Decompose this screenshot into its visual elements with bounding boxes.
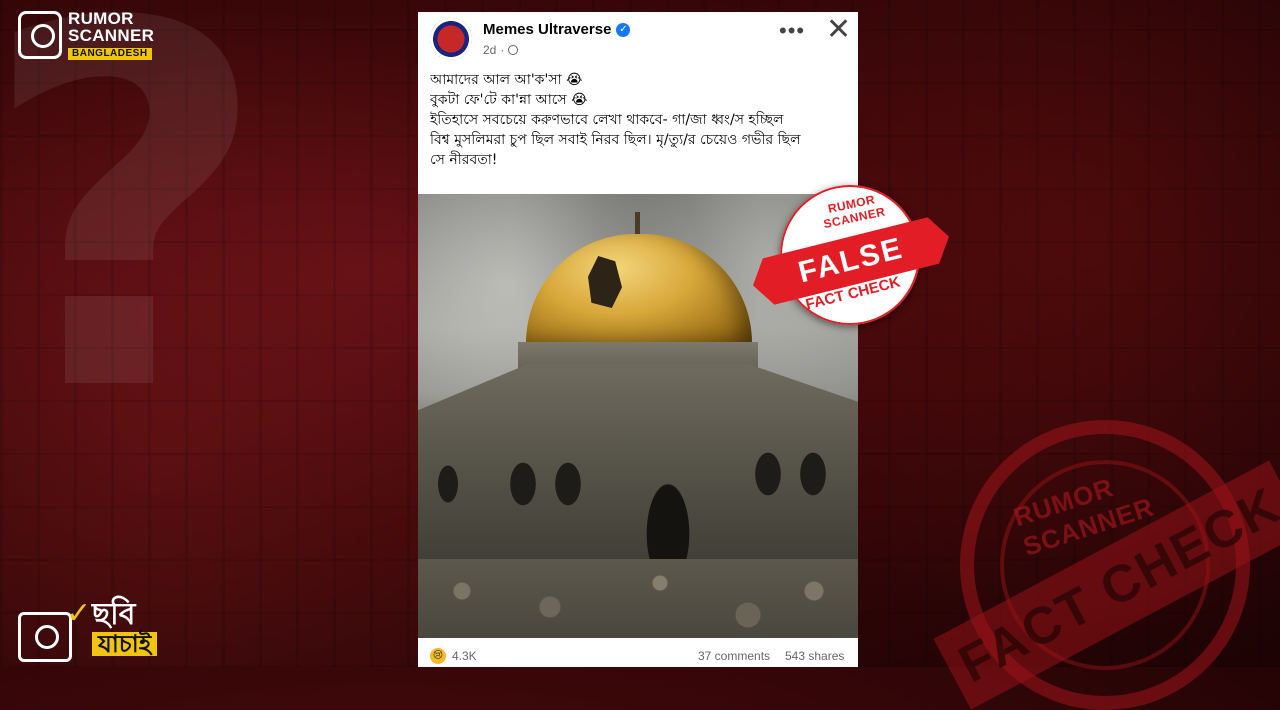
rumor-scanner-logo: RUMOR SCANNER BANGLADESH bbox=[18, 10, 154, 60]
dome-finial bbox=[635, 212, 640, 234]
close-icon[interactable]: ✕ bbox=[826, 12, 851, 47]
page-name[interactable]: Memes Ultraverse ✓ bbox=[483, 21, 631, 38]
chobi-jachai-logo: ✓ ছবি যাচাই bbox=[18, 597, 158, 662]
camera-scan-icon bbox=[18, 612, 72, 662]
sad-reaction-icon[interactable]: 😢 bbox=[430, 648, 446, 664]
post-meta: 2d · bbox=[483, 43, 519, 57]
more-options-icon[interactable]: ••• bbox=[779, 18, 805, 44]
checkmark-icon: ✓ bbox=[66, 597, 92, 630]
shares-count[interactable]: 543 shares bbox=[785, 649, 844, 663]
background-question-mark: ? bbox=[0, 0, 271, 501]
page-avatar[interactable] bbox=[430, 18, 472, 60]
post-caption: আমাদের আল আ'ক'সা 😭 বুকটা ফে'টে কা'ন্না আ… bbox=[418, 68, 858, 170]
page-name-text[interactable]: Memes Ultraverse bbox=[483, 21, 611, 38]
chobi-word1: ছবি bbox=[92, 597, 136, 632]
logo-line1: RUMOR bbox=[68, 9, 134, 28]
globe-icon bbox=[508, 45, 519, 55]
caption-line: বুকটা ফে'টে কা'ন্না আসে 😭 bbox=[430, 92, 588, 108]
caption-line: ইতিহাসে সবচেয়ে করুণভাবে লেখা থাকবে- গা/… bbox=[430, 112, 784, 128]
building-arches bbox=[418, 434, 858, 564]
caption-line: আমাদের আল আ'ক'সা 😭 bbox=[430, 72, 583, 88]
post-footer: 😢 4.3K 37 comments 543 shares bbox=[418, 644, 858, 667]
logo-line3: BANGLADESH bbox=[68, 48, 152, 60]
comments-count[interactable]: 37 comments bbox=[698, 649, 770, 663]
logo-line2: SCANNER bbox=[68, 26, 155, 45]
chobi-word2: যাচাই bbox=[92, 632, 158, 656]
caption-line: বিশ্ব মুসলিমরা চুপ ছিল সবাই নিরব ছিল। মৃ… bbox=[430, 132, 801, 148]
post-time[interactable]: 2d bbox=[483, 43, 496, 57]
caption-line: সে নীরবতা! bbox=[430, 152, 498, 168]
rubble bbox=[418, 559, 858, 638]
phone-check-icon bbox=[18, 11, 62, 59]
reaction-count[interactable]: 4.3K bbox=[452, 649, 477, 663]
facebook-post: Memes Ultraverse ✓ 2d · ••• ✕ আমাদের আল … bbox=[418, 12, 858, 667]
false-fact-check-stamp: RUMOR SCANNER FALSE FACT CHECK bbox=[750, 185, 952, 335]
post-header: Memes Ultraverse ✓ 2d · ••• ✕ bbox=[418, 12, 858, 68]
verified-badge-icon: ✓ bbox=[616, 22, 631, 37]
